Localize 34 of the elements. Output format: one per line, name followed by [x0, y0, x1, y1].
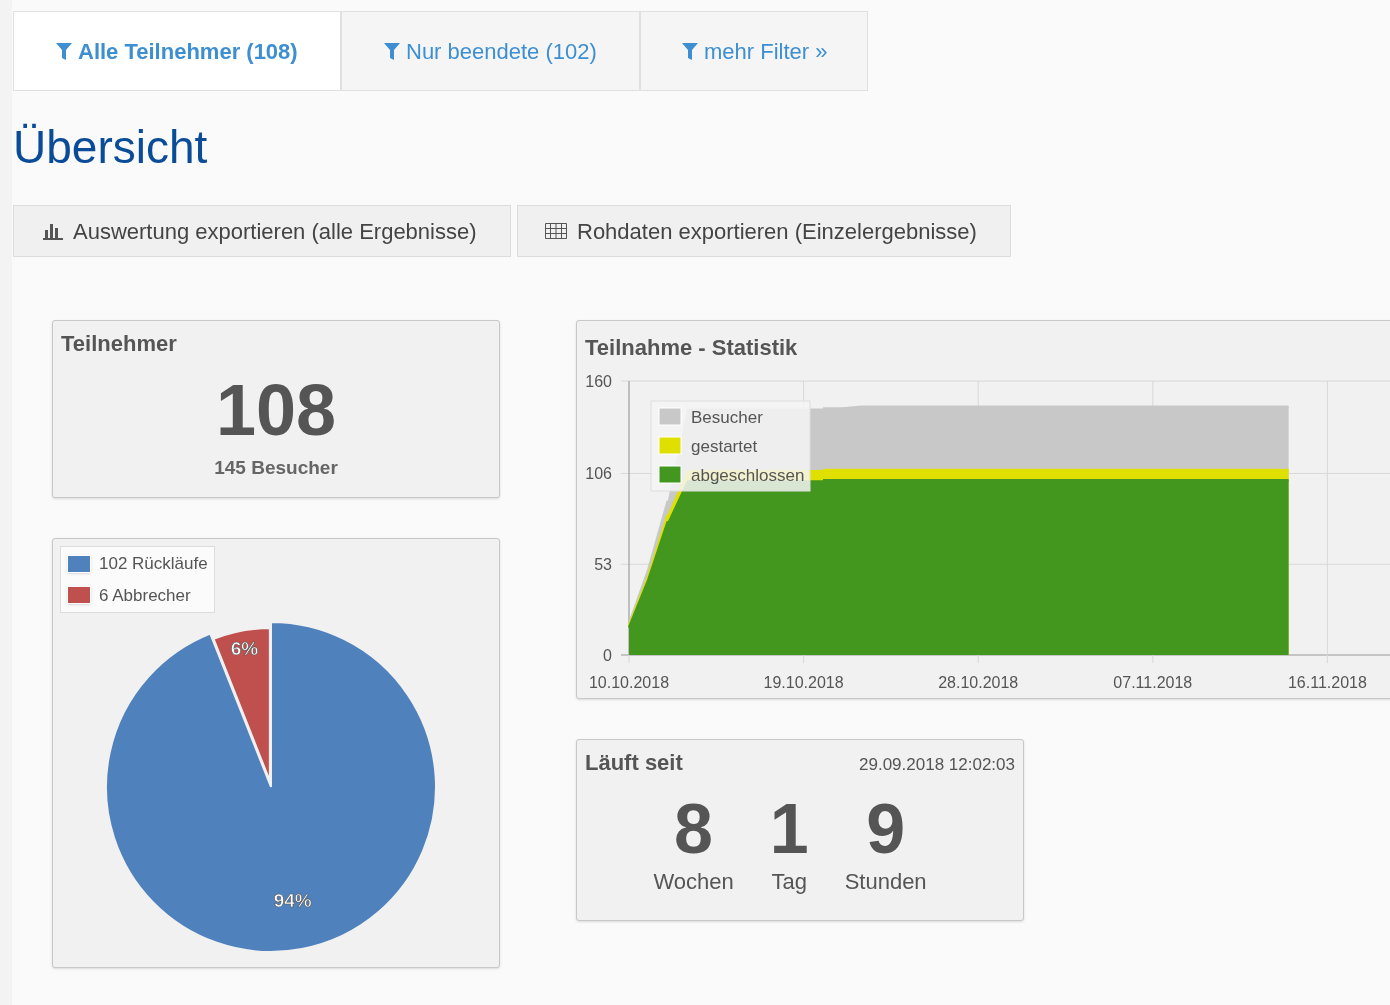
- axis-label: 16.11.2018: [1287, 674, 1367, 691]
- duration-value: 9: [866, 793, 906, 865]
- card-title: Teilnehmer: [61, 330, 177, 358]
- legend-label: Besucher: [691, 408, 763, 427]
- duration-unit: Stunden: [844, 868, 927, 896]
- page-heading: Übersicht: [13, 120, 208, 175]
- duration-unit: Wochen: [653, 868, 734, 896]
- legend-label: 6 Abbrecher: [99, 584, 191, 607]
- axis-label: 19.10.2018: [763, 674, 844, 691]
- axis-label: 07.11.2018: [1113, 674, 1193, 691]
- start-date: 29.09.2018 12:02:03: [859, 754, 1015, 776]
- axis-label: 10.10.2018: [588, 674, 670, 691]
- card-title: Teilnahme - Statistik: [584, 334, 799, 362]
- filter-tab[interactable]: Alle Teilnehmer (108): [13, 11, 341, 91]
- duration-unit: Tag: [771, 868, 807, 896]
- filter-tab[interactable]: mehr Filter »: [640, 11, 868, 91]
- export-button[interactable]: Auswertung exportieren (alle Ergebnisse): [13, 205, 511, 257]
- axis-label: 106: [585, 465, 612, 483]
- axis-label: 160: [585, 373, 612, 390]
- participant-count: 108: [215, 370, 337, 450]
- axis-label: 0: [603, 647, 612, 664]
- slice-label: 6%: [230, 638, 259, 660]
- axis-label: 28.10.2018: [938, 674, 1019, 691]
- export-button[interactable]: Rohdaten exportieren (Einzelergebnisse): [517, 205, 1011, 257]
- visitor-count: 145 Besucher: [214, 456, 338, 480]
- slice-label: 94%: [273, 890, 312, 912]
- legend-label: abgeschlossen: [691, 466, 805, 485]
- card-title: Läuft seit: [585, 749, 683, 777]
- legend-label: gestartet: [691, 437, 758, 456]
- duration-value: 8: [674, 793, 713, 865]
- legend-label: 102 Rückläufe: [99, 553, 208, 575]
- axis-label: 53: [594, 556, 612, 574]
- duration-value: 1: [769, 793, 809, 865]
- filter-tab[interactable]: Nur beendete (102): [341, 11, 640, 91]
